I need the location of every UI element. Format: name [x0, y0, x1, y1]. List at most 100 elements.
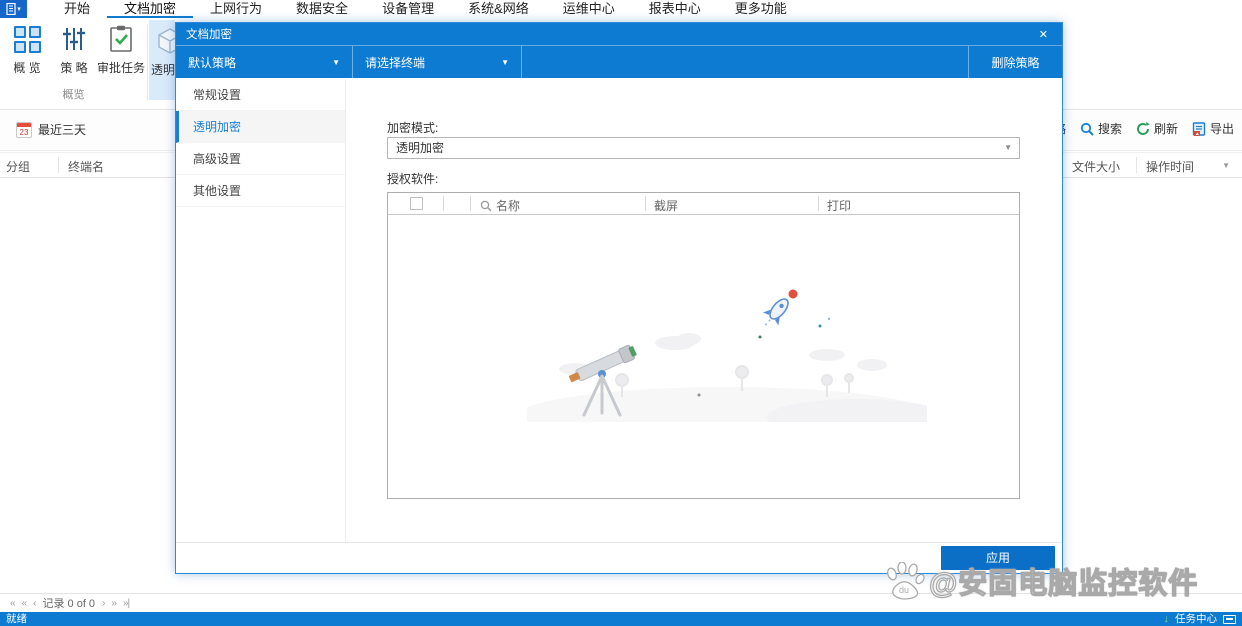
ribbon-button-label: 概 览 [13, 61, 41, 75]
close-icon[interactable]: ✕ [1035, 28, 1052, 41]
tab-report-center[interactable]: 报表中心 [632, 0, 718, 18]
column-label: 打印 [827, 199, 852, 213]
dialog-sidebar: 常规设置 透明加密 高级设置 其他设置 [176, 79, 346, 542]
encryption-mode-select[interactable]: 透明加密 ▼ [387, 137, 1020, 159]
chevron-down-icon: ▼ [332, 57, 340, 67]
calendar-icon: 23 [16, 121, 32, 138]
next-group-button[interactable]: » [111, 598, 116, 609]
pagination-bar: « « ‹ 记录 0 of 0 › » »| [0, 593, 1242, 612]
tab-document-encryption[interactable]: 文档加密 [107, 0, 194, 18]
ribbon-overview-button[interactable]: 概 览 [4, 21, 50, 85]
column-header-file-size[interactable]: 文件大小 [1072, 158, 1120, 175]
column-header-terminal-name[interactable]: 终端名 [68, 158, 104, 175]
software-table-header: 名称 截屏 打印 [388, 193, 1019, 215]
dialog-title-bar: 文档加密 ✕ [176, 23, 1062, 45]
column-divider [645, 196, 646, 211]
delete-policy-button[interactable]: 删除策略 [968, 46, 1062, 78]
dialog-content: 加密模式: 透明加密 ▼ 授权软件: 名称 截屏 打印 [346, 79, 1062, 542]
dialog-title: 文档加密 [186, 29, 232, 41]
terminal-dropdown-value: 请选择终端 [365, 55, 426, 70]
policy-dropdown-value: 默认策略 [188, 55, 237, 70]
export-file-icon [1192, 121, 1206, 136]
date-filter-recent-three-days[interactable]: 23 最近三天 [16, 121, 86, 138]
column-divider [1136, 157, 1137, 173]
app-menu-button[interactable]: ▾ [0, 0, 27, 18]
search-icon [1080, 122, 1094, 136]
status-bar: 就绪 ↓ 任务中心 [0, 612, 1242, 626]
authorized-software-label: 授权软件: [387, 172, 439, 186]
chevron-down-icon: ▼ [1004, 143, 1012, 152]
terminal-dropdown[interactable]: 请选择终端 ▼ [353, 46, 522, 78]
empty-state-illustration [527, 289, 927, 422]
prev-group-button[interactable]: « [22, 598, 27, 609]
download-arrow-icon: ↓ [1163, 613, 1170, 625]
tab-more-features[interactable]: 更多功能 [718, 0, 804, 18]
document-menu-icon [6, 3, 16, 15]
column-label: 名称 [496, 199, 521, 213]
sidebar-item-other-settings[interactable]: 其他设置 [176, 175, 345, 207]
ribbon-group-label: 概览 [62, 89, 85, 101]
encryption-mode-label: 加密模式: [387, 121, 439, 135]
ribbon-button-label: 策 略 [60, 61, 88, 75]
ribbon-policy-button[interactable]: 策 略 [52, 21, 96, 85]
ribbon-group-separator [147, 24, 148, 101]
menu-tabs: 开始 文档加密 上网行为 数据安全 设备管理 系统&网络 运维中心 报表中心 更… [47, 0, 804, 18]
task-center-button[interactable]: 任务中心 [1175, 612, 1217, 626]
search-action-button[interactable]: 搜索 [1080, 120, 1122, 137]
column-header-screenshot[interactable]: 截屏 [654, 197, 678, 214]
tab-start[interactable]: 开始 [47, 0, 107, 18]
refresh-icon [1136, 121, 1150, 135]
menubar: ▾ 开始 文档加密 上网行为 数据安全 设备管理 系统&网络 运维中心 报表中心… [0, 0, 1242, 18]
clipboard-check-icon [110, 25, 132, 52]
document-encryption-dialog: 文档加密 ✕ 默认策略 ▼ 请选择终端 ▼ 删除策略 常规设置 透明加密 高级设… [175, 22, 1063, 574]
ribbon-button-label: 审批任务 [96, 61, 145, 75]
sidebar-item-advanced-settings[interactable]: 高级设置 [176, 143, 345, 175]
column-header-operation-time[interactable]: 操作时间 [1146, 158, 1194, 175]
sliders-icon [63, 28, 85, 50]
search-icon [480, 200, 492, 211]
column-header-name[interactable]: 名称 [480, 197, 520, 214]
status-ready-label: 就绪 [6, 613, 27, 625]
tab-ops-center[interactable]: 运维中心 [546, 0, 632, 18]
sidebar-item-general-settings[interactable]: 常规设置 [176, 79, 345, 111]
refresh-action-button[interactable]: 刷新 [1136, 120, 1178, 137]
ribbon-approval-tasks-button[interactable]: 审批任务 [96, 21, 146, 85]
encryption-mode-value: 透明加密 [396, 141, 445, 155]
tab-system-network[interactable]: 系统&网络 [451, 0, 546, 18]
software-table-body-empty [388, 215, 1019, 499]
column-label: 截屏 [654, 199, 679, 213]
dialog-toolbar: 默认策略 ▼ 请选择终端 ▼ 删除策略 [176, 45, 1062, 78]
next-page-button[interactable]: › [102, 598, 106, 609]
select-all-checkbox[interactable] [410, 197, 423, 210]
column-divider [470, 196, 471, 211]
column-divider [443, 196, 444, 211]
ribbon-transparent-encryption-button[interactable]: 透明加密 [149, 20, 175, 100]
column-divider [818, 196, 819, 211]
tab-internet-behavior[interactable]: 上网行为 [193, 0, 279, 18]
chevron-down-icon: ▼ [501, 57, 509, 67]
monitor-icon[interactable] [1223, 614, 1236, 624]
action-label: 搜索 [1097, 122, 1122, 136]
sidebar-item-transparent-encryption[interactable]: 透明加密 [176, 111, 345, 143]
dialog-footer: 应用 [176, 542, 1062, 573]
tab-device-management[interactable]: 设备管理 [365, 0, 451, 18]
record-count-label: 记录 0 of 0 [42, 598, 96, 610]
export-action-button[interactable]: 导出 [1192, 120, 1234, 137]
policy-dropdown[interactable]: 默认策略 ▼ [176, 46, 353, 78]
column-divider [58, 157, 59, 173]
prev-page-button[interactable]: ‹ [33, 598, 37, 609]
first-page-button[interactable]: « [10, 598, 15, 609]
overview-grid-icon [13, 25, 41, 53]
ribbon-button-label: 透明加密 [151, 63, 175, 77]
chevron-down-icon: ▾ [17, 5, 21, 13]
column-header-print[interactable]: 打印 [827, 197, 851, 214]
column-header-group[interactable]: 分组 [6, 158, 30, 175]
apply-button[interactable]: 应用 [941, 546, 1055, 570]
column-chooser-caret-icon[interactable]: ▼ [1222, 161, 1230, 170]
last-page-button[interactable]: »| [123, 598, 130, 609]
date-filter-label: 最近三天 [38, 123, 87, 137]
authorized-software-table: 名称 截屏 打印 [387, 192, 1020, 499]
action-label: 刷新 [1153, 122, 1178, 136]
tab-data-security[interactable]: 数据安全 [279, 0, 365, 18]
cube-icon [158, 28, 175, 54]
